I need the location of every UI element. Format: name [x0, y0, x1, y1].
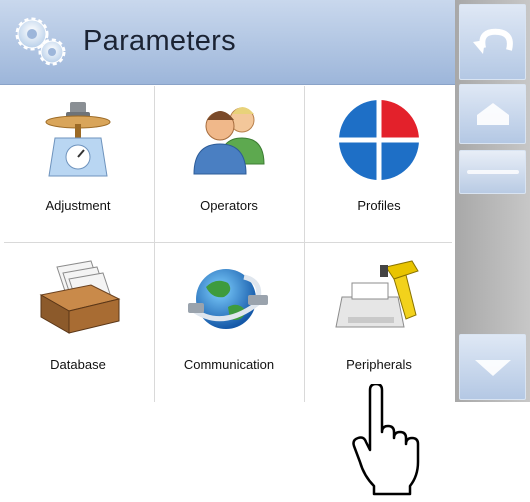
- operators-icon: [193, 107, 265, 175]
- home-button[interactable]: [459, 84, 526, 144]
- communication-icon: [188, 269, 268, 329]
- tile-label: Peripherals: [346, 357, 412, 372]
- side-panel: [455, 0, 530, 402]
- gears-icon: [15, 17, 66, 66]
- tile-label: Profiles: [357, 198, 401, 213]
- scroll-thumb-icon: [466, 170, 519, 174]
- database-icon: [39, 260, 121, 334]
- tile-communication[interactable]: Communication: [155, 243, 303, 398]
- hand-pointer-icon: [352, 384, 420, 496]
- scrollbar-thumb[interactable]: [459, 150, 526, 194]
- arrow-down-icon: [474, 360, 511, 376]
- tile-label: Database: [50, 357, 106, 372]
- menu-grid: Adjustment Operators Profiles Database C…: [4, 86, 453, 402]
- peripherals-icon: [335, 260, 419, 328]
- page-title: Parameters: [83, 25, 236, 57]
- scale-icon: [45, 102, 111, 177]
- scroll-down-button[interactable]: [459, 334, 526, 400]
- undo-arrow-icon: [472, 28, 513, 54]
- home-icon: [476, 103, 509, 125]
- tile-adjustment[interactable]: Adjustment: [4, 86, 152, 241]
- tile-label: Communication: [183, 357, 275, 372]
- tile-database[interactable]: Database: [4, 243, 152, 398]
- tile-label: Adjustment: [45, 198, 111, 213]
- profiles-icon: [338, 100, 420, 180]
- tile-label: Operators: [200, 198, 258, 213]
- tile-peripherals[interactable]: Peripherals: [305, 243, 453, 398]
- title-bar: Parameters: [0, 0, 455, 85]
- back-button[interactable]: [459, 4, 526, 80]
- tile-operators[interactable]: Operators: [155, 86, 303, 241]
- tile-profiles[interactable]: Profiles: [305, 86, 453, 241]
